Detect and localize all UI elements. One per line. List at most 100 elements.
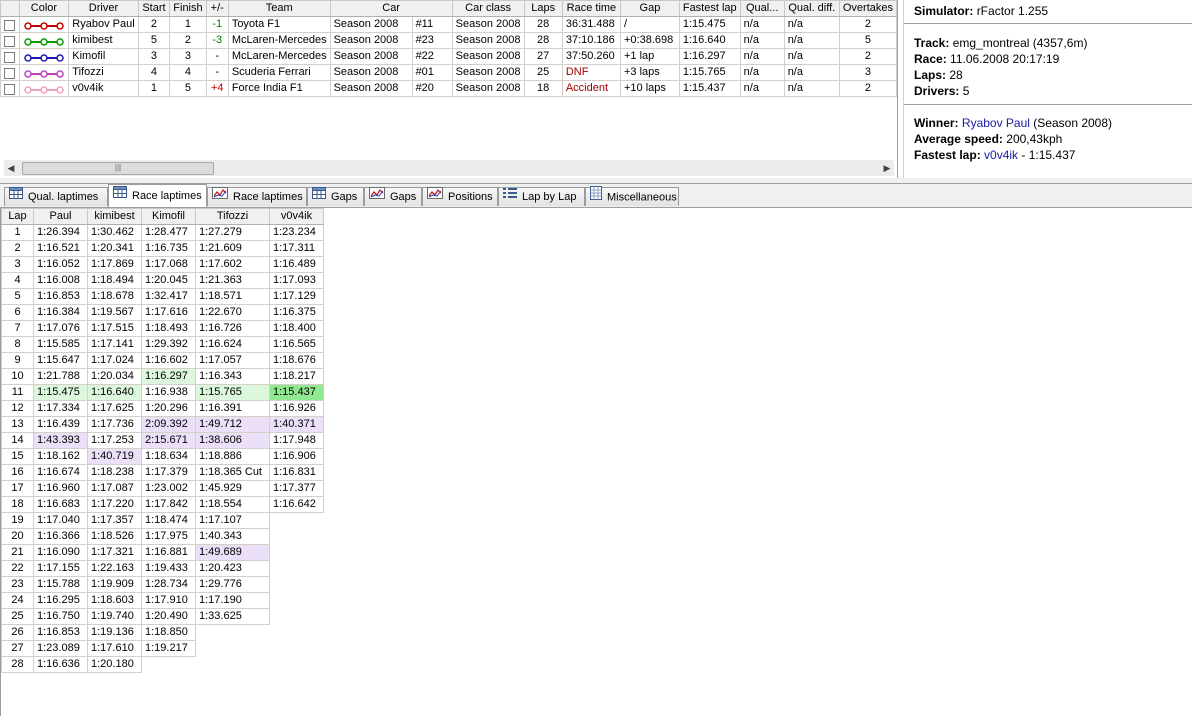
lap-time: 1:17.220 [87,496,142,513]
tab-label: Positions [448,191,493,203]
tab-race-laptimes[interactable]: Race laptimes [108,184,207,207]
lap-time: 1:16.881 [141,544,196,561]
scroll-right-arrow-icon[interactable]: ▶ [880,160,894,176]
column-header[interactable]: Laps [523,0,563,17]
lap-number: 13 [1,416,34,433]
laptimes-header-row: Lap Paul kimibest Kimofil Tifozzi v0v4ik [1,208,324,225]
laptimes-column-header[interactable]: kimibest [87,208,142,225]
column-header[interactable]: Start [137,0,171,17]
column-header[interactable]: Team [227,0,331,17]
lap-row: 8 1:15.585 1:17.141 1:29.392 1:16.624 1:16.56… [1,336,324,353]
driver-name: Kimofil [68,48,139,65]
laptimes-column-header[interactable]: v0v4ik [269,208,324,225]
start-position: 1 [137,80,171,97]
lap-time: 1:17.057 [195,352,270,369]
lap-number: 25 [1,608,34,625]
lap-number: 19 [1,512,34,529]
winner-link[interactable]: Ryabov Paul [962,116,1030,130]
average-speed-label: Average speed: [914,132,1003,146]
grid-icon [590,186,602,207]
qual-diff: n/a [783,48,840,65]
lap-row: 12 1:17.334 1:17.625 1:20.296 1:16.391 1:16.9… [1,400,324,417]
column-header[interactable]: Car [329,0,453,17]
laptimes-column-header[interactable]: Paul [33,208,88,225]
driver-name: Ryabov Paul [68,16,139,33]
row-checkbox[interactable] [4,52,16,63]
lap-number: 23 [1,576,34,593]
laptimes-column-header[interactable]: Kimofil [141,208,196,225]
lap-row: 20 1:16.366 1:18.526 1:17.975 1:40.343 [1,528,324,545]
lap-time: 1:16.439 [33,416,88,433]
team-name: Force India F1 [227,80,331,97]
column-header[interactable]: Color [18,0,70,17]
tab-gaps[interactable]: Gaps [307,186,364,206]
column-header[interactable]: +/- [205,0,229,17]
column-header[interactable]: Race time [561,0,622,17]
lap-number: 10 [1,368,34,385]
row-checkbox[interactable] [4,84,16,95]
average-speed-info: Average speed: 200,43kph [914,131,1062,147]
lap-time: 2:15.671 [141,432,196,449]
lap-time: 1:38.606 [195,432,270,449]
lap-time: 1:17.625 [87,400,142,417]
row-checkbox[interactable] [4,36,16,47]
tab-qual-laptimes[interactable]: Qual. laptimes [4,186,108,206]
driver-name: v0v4ik [68,80,139,97]
laptimes-column-header[interactable]: Lap [1,208,34,225]
lap-time: 1:16.853 [33,624,88,641]
column-header[interactable]: Gap [620,0,680,17]
column-header[interactable]: Qual. diff. [783,0,840,17]
lap-time: 1:18.162 [33,448,88,465]
laps-value: 28 [949,68,963,82]
tab-positions[interactable]: Positions [422,186,498,206]
lap-row: 22 1:17.155 1:22.163 1:19.433 1:20.423 [1,560,324,577]
tab-label: Gaps [390,191,417,203]
laptimes-column-header[interactable]: Tifozzi [195,208,270,225]
lap-time: 1:18.494 [87,272,142,289]
lap-time: 1:19.433 [141,560,196,577]
column-header[interactable]: Fastest lap [678,0,741,17]
drivers-info: Drivers: 5 [914,83,969,99]
result-row[interactable]: Ryabov Paul 2 1 -1 Toyota F1 Season 2008 #11 Se… [0,16,897,33]
line-chart-icon [427,186,443,206]
lap-number: 2 [1,240,34,257]
lap-time: 1:16.683 [33,496,88,513]
lap-time: 1:17.141 [87,336,142,353]
lap-row: 19 1:17.040 1:17.357 1:18.474 1:17.107 [1,512,324,529]
result-row[interactable]: Tifozzi 4 4- Scuderia Ferrari Season 2008 #01… [0,64,897,81]
lap-time: 1:49.689 [195,544,270,561]
lap-time: 1:20.045 [141,272,196,289]
tab-miscellaneous[interactable]: Miscellaneous [585,186,679,207]
column-header[interactable]: Qual... [739,0,785,17]
tab-race-laptimes[interactable]: Race laptimes [207,186,307,206]
horizontal-scrollbar[interactable]: ◀ ||| ▶ [4,160,894,176]
lap-time: 1:45.929 [195,480,270,497]
result-row[interactable]: v0v4ik 1 5 +4 Force India F1 Season 2008 #20 Se… [0,80,897,97]
lap-time: 1:16.726 [195,320,270,337]
lap-row: 1 1:26.394 1:30.462 1:28.477 1:27.279 1:23.23… [1,224,324,241]
car-class: Season 2008 [451,16,525,33]
column-header[interactable]: Overtakes [838,0,897,17]
fastest-lap-driver-link[interactable]: v0v4ik [984,148,1018,162]
lap-time: 1:17.311 [269,240,324,257]
qual-time: n/a [739,80,785,97]
result-row[interactable]: Kimofil 3 3- McLaren-Mercedes Season 2008 #22… [0,48,897,65]
tab-gaps[interactable]: Gaps [364,186,422,206]
line-chart-icon [369,186,385,206]
lap-time: 1:20.490 [141,608,196,625]
lap-time: 1:17.087 [87,480,142,497]
scrollbar-thumb[interactable]: ||| [22,162,214,175]
column-header[interactable]: Car class [451,0,525,17]
lap-time: 1:16.602 [141,352,196,369]
laps-count: 18 [523,80,563,97]
column-header[interactable]: Finish [169,0,207,17]
result-row[interactable]: kimibest 5 2 -3 McLaren-Mercedes Season 2008 #… [0,32,897,49]
row-checkbox[interactable] [4,20,16,31]
position-change: - [205,64,229,81]
lap-number: 26 [1,624,34,641]
column-header[interactable]: Driver [68,0,139,17]
tab-lap-by-lap[interactable]: Lap by Lap [498,187,585,206]
row-checkbox[interactable] [4,68,16,79]
lap-time: 1:17.736 [87,416,142,433]
scroll-left-arrow-icon[interactable]: ◀ [4,160,18,176]
